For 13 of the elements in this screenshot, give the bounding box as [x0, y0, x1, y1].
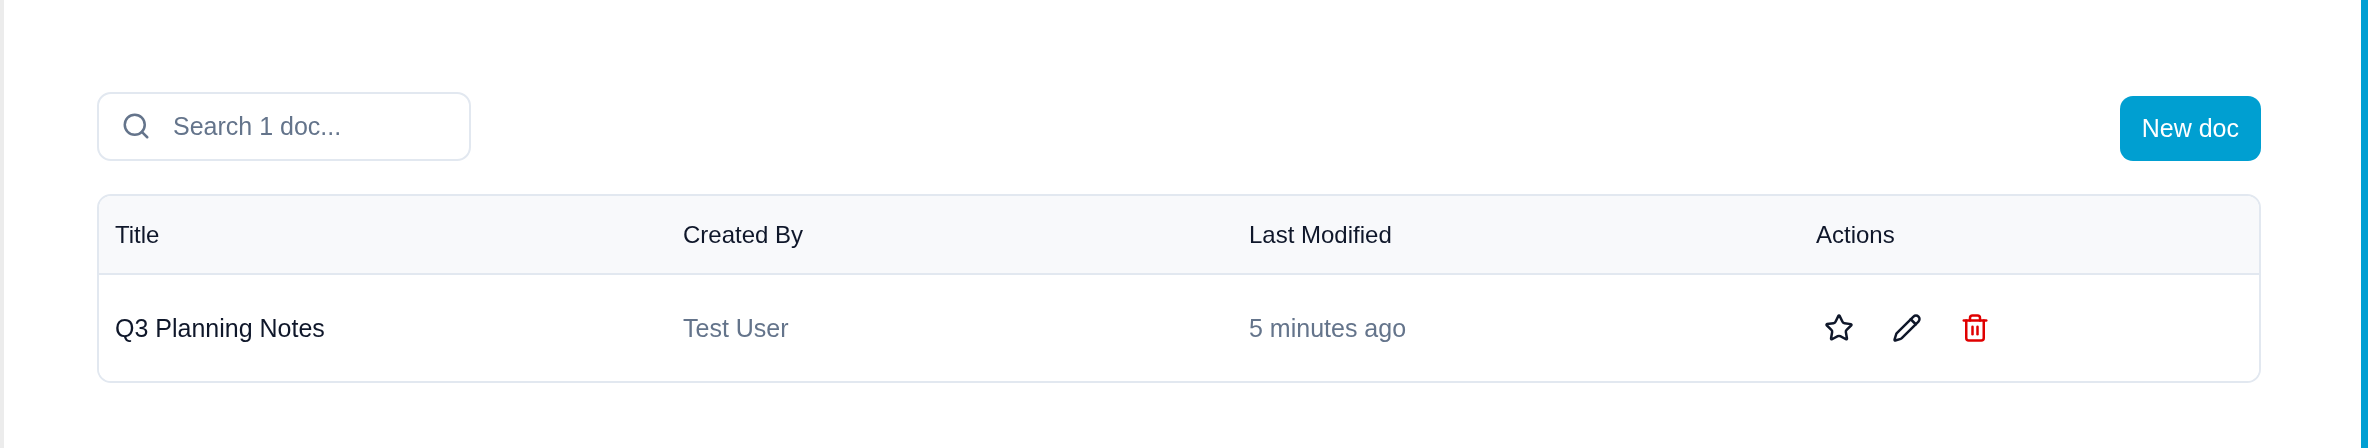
column-header: Title: [114, 220, 161, 249]
delete-icon[interactable]: [1960, 313, 1990, 343]
table-cell-text: Test User: [682, 313, 790, 343]
column-header: Last Modified: [1248, 220, 1393, 249]
table-cell-text: 5 minutes ago: [1248, 313, 1408, 343]
star-icon[interactable]: [1824, 313, 1854, 343]
column-header: Created By: [682, 220, 805, 249]
search-field[interactable]: Search 1 doc...: [97, 92, 471, 161]
new-doc-button[interactable]: New doc: [2119, 96, 2261, 161]
table-cell-text: Q3 Planning Notes: [114, 313, 326, 343]
search-icon: [121, 111, 151, 141]
edit-icon[interactable]: [1892, 313, 1922, 343]
column-header: Actions: [1815, 220, 1896, 249]
